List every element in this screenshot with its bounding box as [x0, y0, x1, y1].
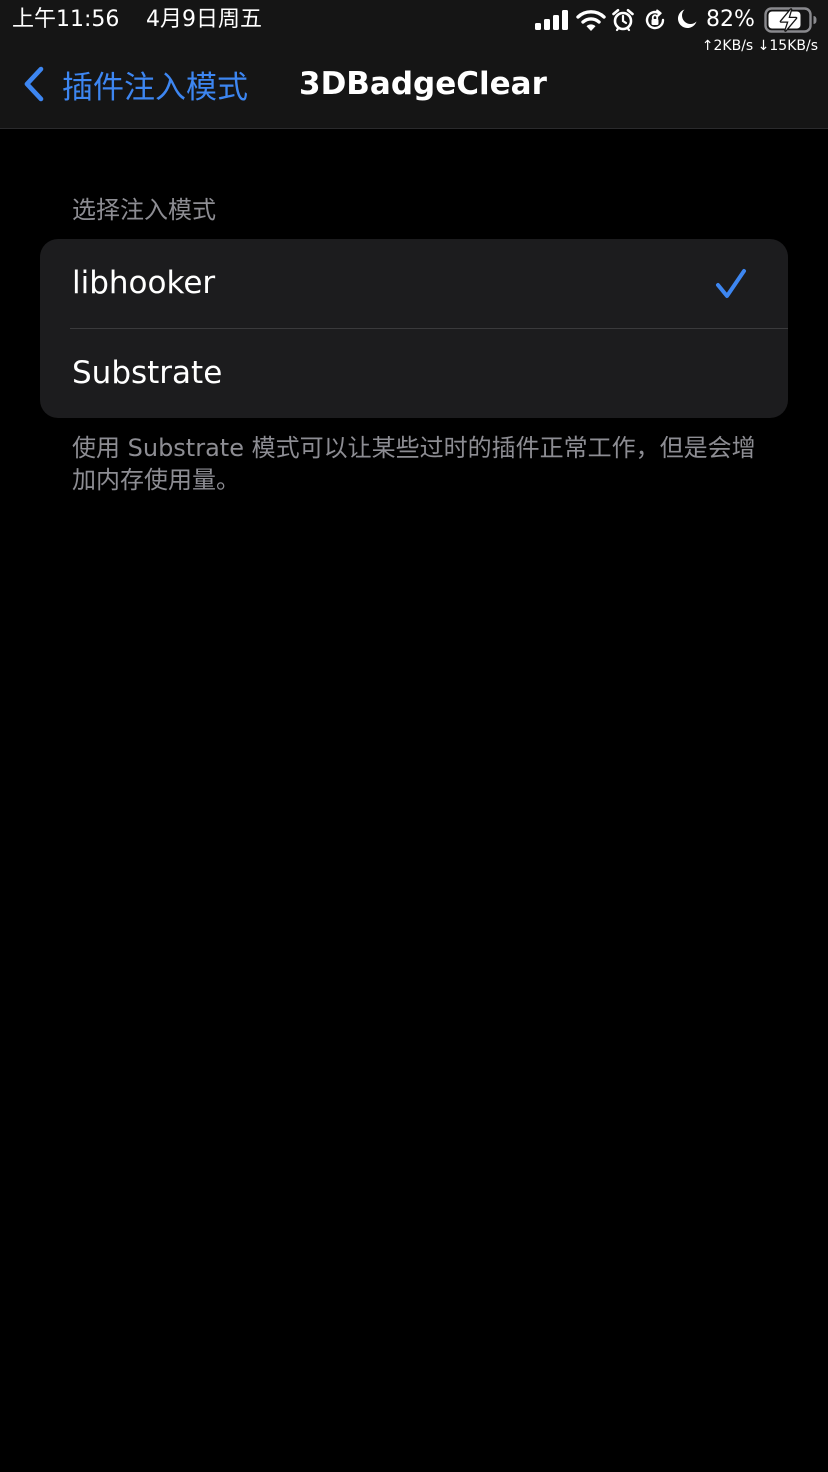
status-bar: 上午11:56 4月9日周五 82% ↑2KB/s ↓15KB/s — [0, 0, 828, 60]
option-substrate[interactable]: Substrate — [40, 329, 788, 418]
chevron-left-icon — [24, 66, 44, 102]
orientation-lock-icon — [645, 9, 665, 30]
wifi-icon — [576, 10, 606, 31]
page-title: 3DBadgeClear — [299, 66, 547, 102]
navigation-bar: 插件注入模式 3DBadgeClear — [0, 60, 828, 129]
section-footer-note: 使用 Substrate 模式可以让某些过时的插件正常工作，但是会增加内存使用量… — [72, 434, 756, 494]
back-button-label: 插件注入模式 — [62, 69, 248, 106]
battery-charging-icon — [764, 7, 817, 33]
network-speed: ↑2KB/s ↓15KB/s — [701, 38, 818, 54]
back-button[interactable]: 插件注入模式 — [22, 60, 248, 108]
status-time: 上午11:56 — [12, 7, 120, 32]
checkmark-icon — [716, 269, 746, 298]
alarm-icon — [612, 8, 634, 32]
injection-mode-list: libhooker Substrate — [40, 239, 788, 418]
battery-percentage: 82% — [706, 7, 755, 32]
do-not-disturb-icon — [677, 9, 697, 29]
option-label: libhooker — [72, 265, 216, 301]
section-header: 选择注入模式 — [72, 196, 216, 224]
option-libhooker[interactable]: libhooker — [40, 239, 788, 328]
status-date: 4月9日周五 — [146, 7, 262, 32]
cellular-signal-icon — [535, 10, 568, 30]
option-label: Substrate — [72, 355, 223, 391]
